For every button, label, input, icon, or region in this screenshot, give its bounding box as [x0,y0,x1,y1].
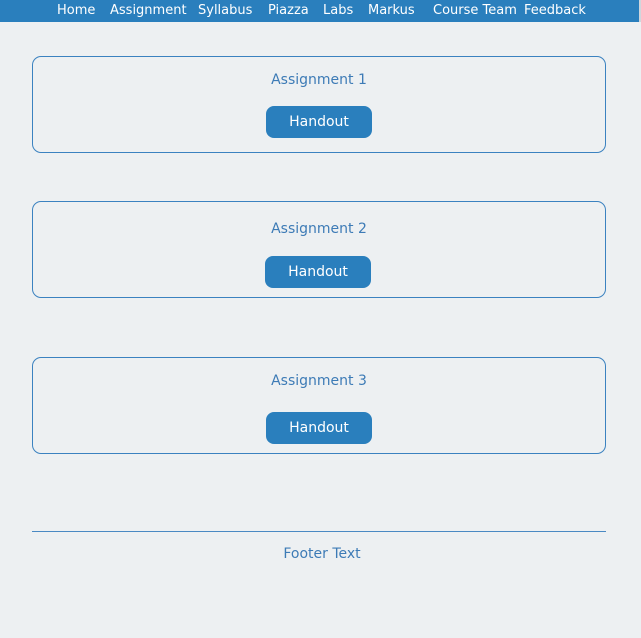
assignment-card-1: Assignment 1 Handout [32,56,606,153]
nav-link-labs[interactable]: Labs [323,3,353,19]
top-navigation-bar: Home Assignment Syllabus Piazza Labs Mar… [0,0,641,22]
assignment-card-3: Assignment 3 Handout [32,357,606,454]
footer-text: Footer Text [283,546,361,562]
nav-link-markus[interactable]: Markus [368,3,415,19]
handout-button-assignment-1[interactable]: Handout [266,106,372,138]
assignment-title: Assignment 1 [271,72,367,88]
nav-link-piazza[interactable]: Piazza [268,3,309,19]
nav-link-course-team[interactable]: Course Team [433,3,517,19]
handout-button-assignment-2[interactable]: Handout [265,256,371,288]
nav-link-feedback[interactable]: Feedback [524,3,586,19]
nav-link-syllabus[interactable]: Syllabus [198,3,252,19]
handout-button-assignment-3[interactable]: Handout [266,412,372,444]
assignment-title: Assignment 3 [271,373,367,389]
nav-link-home[interactable]: Home [57,3,95,19]
assignment-card-2: Assignment 2 Handout [32,201,606,298]
assignment-title: Assignment 2 [271,221,367,237]
footer-divider [32,531,606,532]
nav-link-assignment[interactable]: Assignment [110,3,187,19]
